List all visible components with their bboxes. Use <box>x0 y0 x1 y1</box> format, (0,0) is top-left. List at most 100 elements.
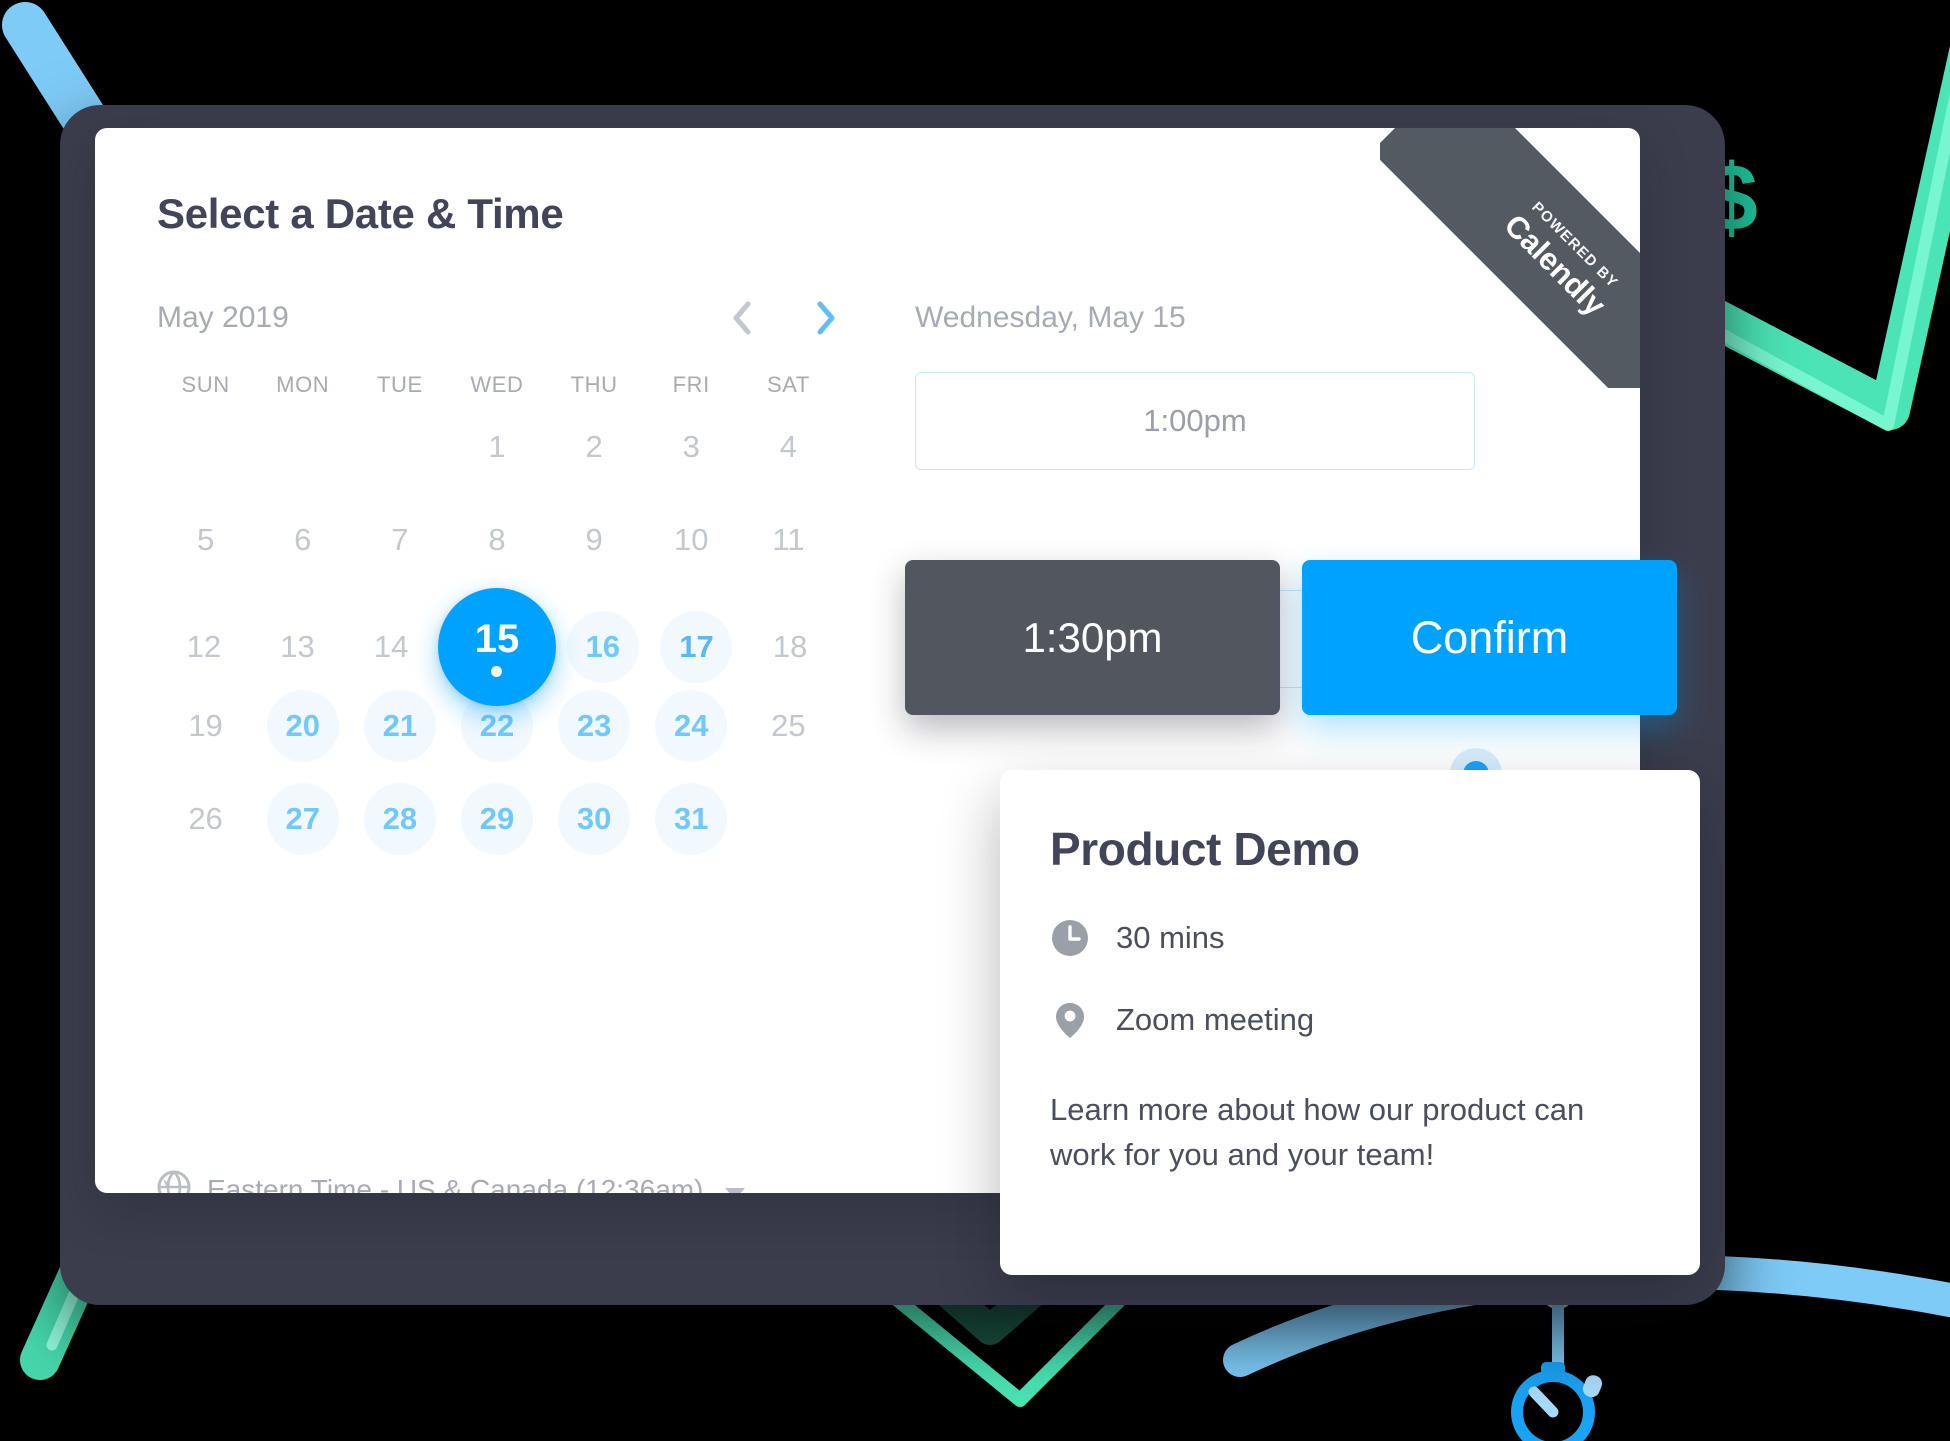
calendar-day: 12 <box>168 611 240 683</box>
calendar-day-number: 29 <box>479 800 515 836</box>
calendar-day-cell: 25 <box>740 681 837 770</box>
calendar-day-number: 7 <box>391 521 409 557</box>
calendar-month-label: May 2019 <box>157 301 289 334</box>
calendar-day-number: 5 <box>196 521 215 557</box>
calendar-day: 5 <box>170 504 242 576</box>
calendar-day: 3 <box>655 411 727 483</box>
calendar-day-cell: 7 <box>351 495 448 584</box>
time-slot-1[interactable]: 1:00pm <box>915 372 1475 470</box>
calendar-day-number: 23 <box>576 707 612 743</box>
weekday-label: THU <box>570 372 618 397</box>
calendar-day-number: 26 <box>188 800 223 836</box>
calendar-day[interactable]: 17 <box>660 611 733 683</box>
event-title: Product Demo <box>1050 823 1360 875</box>
calendar-week-row: 26 27 28 29 30 31 <box>157 774 837 863</box>
event-location-row: Zoom meeting <box>1050 1000 1650 1040</box>
weekday-label: FRI <box>672 372 710 397</box>
calendar-day-number: 2 <box>585 428 603 464</box>
clock-icon <box>1050 918 1090 958</box>
calendar-day-cell <box>157 402 254 491</box>
weekday-label: SAT <box>766 372 810 397</box>
calendar-day[interactable]: 23 <box>558 689 631 762</box>
calendar-day-number: 8 <box>488 521 506 557</box>
globe-icon <box>157 1170 191 1193</box>
calendar-day-number: 18 <box>772 629 808 664</box>
calendar-day-cell: 21 <box>351 681 448 770</box>
calendar-day-cell: 3 <box>643 402 740 491</box>
screenshot-root: $ Select a Date & Time POWERED BY Calend… <box>0 0 1950 1441</box>
timezone-selector[interactable]: Eastern Time - US & Canada (12:36am) <box>157 1170 746 1194</box>
calendar-day[interactable]: 31 <box>655 782 728 855</box>
calendar-day-number: 14 <box>373 629 409 664</box>
calendar-day[interactable]: 30 <box>558 782 631 855</box>
calendar-day: 1 <box>461 411 533 483</box>
timezone-label: Eastern Time - US & Canada (12:36am) <box>207 1173 704 1194</box>
calendar-day[interactable]: 24 <box>655 689 728 762</box>
calendar-day: 25 <box>752 690 824 762</box>
chevron-right-icon[interactable] <box>815 301 837 335</box>
calendar-day-cell: 28 <box>351 774 448 863</box>
calendar-day-cell: 26 <box>157 774 254 863</box>
confirm-button[interactable]: Confirm <box>1302 560 1677 715</box>
calendar-day: 18 <box>754 611 826 683</box>
calendar-day-cell: 20 <box>254 681 351 770</box>
calendar-day-number: 15 <box>474 617 520 661</box>
calendar-day-number: 10 <box>674 521 709 557</box>
calendar-day[interactable]: 21 <box>363 689 436 762</box>
event-duration-row: 30 mins <box>1050 918 1650 958</box>
selected-day-label: Wednesday, May 15 <box>915 301 1186 334</box>
calendar-nav <box>731 286 837 350</box>
calendar-day-selected[interactable]: 15 <box>437 588 556 706</box>
calendar-day-cell <box>351 402 448 491</box>
calendar-grid: 1 2 3 4 5 6 7 8 9 10 11 12 13 14 15 16 17 18 19 20 21 22 23 24 2… <box>157 402 837 863</box>
calendar-day-cell: 5 <box>157 495 254 584</box>
calendar-day-cell: 6 <box>254 495 351 584</box>
calendar-day-number: 19 <box>188 707 223 743</box>
chevron-down-icon[interactable] <box>725 1188 746 1193</box>
calendar-week-row: 1 2 3 4 <box>157 402 837 491</box>
calendar-day-number: 6 <box>294 521 312 557</box>
calendar-day: 8 <box>461 504 533 576</box>
calendar-day-number: 1 <box>488 428 506 464</box>
calendar-day-number: 16 <box>585 629 621 664</box>
calendar-day: 13 <box>261 611 333 683</box>
calendar-day-cell: 15 <box>437 588 556 706</box>
calendar-day[interactable]: 20 <box>266 689 339 762</box>
calendar-day-number: 21 <box>382 707 418 743</box>
calendar-day-cell: 29 <box>448 774 545 863</box>
calendar-day: 2 <box>558 411 630 483</box>
event-detail-card: Product Demo 30 mins Zoom meeting Learn … <box>1000 770 1700 1275</box>
calendar-day[interactable]: 28 <box>363 782 436 855</box>
selected-slot-actions: 1:30pm Confirm <box>905 560 1677 715</box>
calendar-day: 10 <box>655 504 727 576</box>
calendar-day-number: 25 <box>771 707 806 743</box>
event-description: Learn more about how our product can wor… <box>1050 1092 1585 1172</box>
calendar-day-cell: 8 <box>448 495 545 584</box>
calendar-day: 9 <box>558 504 630 576</box>
calendar-day: 14 <box>355 611 427 683</box>
selected-time-slot[interactable]: 1:30pm <box>905 560 1280 715</box>
calendar-day-cell: 24 <box>643 681 740 770</box>
calendar-day[interactable]: 27 <box>266 782 339 855</box>
calendar-day-number: 11 <box>772 521 805 557</box>
calendar-day-number: 28 <box>382 800 418 836</box>
calendar-day-cell: 23 <box>546 681 643 770</box>
calendar-day-number: 27 <box>285 800 320 836</box>
calendar-day-cell: 2 <box>546 402 643 491</box>
calendar-day-number: 3 <box>682 428 700 464</box>
chevron-left-icon[interactable] <box>731 301 753 335</box>
calendar-day[interactable]: 29 <box>460 782 533 855</box>
calendar-week-row: 12 13 14 15 16 17 18 <box>157 588 837 706</box>
calendar-day-cell: 10 <box>643 495 740 584</box>
weekday-label: SUN <box>181 372 230 397</box>
calendar-day[interactable]: 16 <box>566 611 639 683</box>
event-duration-label: 30 mins <box>1116 920 1225 955</box>
map-pin-icon <box>1050 1000 1090 1040</box>
calendar-day-cell <box>254 402 351 491</box>
weekday-header-row: SUN MON TUE WED THU FRI SAT <box>157 372 837 398</box>
calendar-day-number: 13 <box>280 629 315 664</box>
calendar-day: 7 <box>364 504 436 576</box>
calendar-day-cell <box>740 774 837 863</box>
calendar-day-number: 22 <box>479 707 515 743</box>
calendar-day: 26 <box>170 783 242 855</box>
